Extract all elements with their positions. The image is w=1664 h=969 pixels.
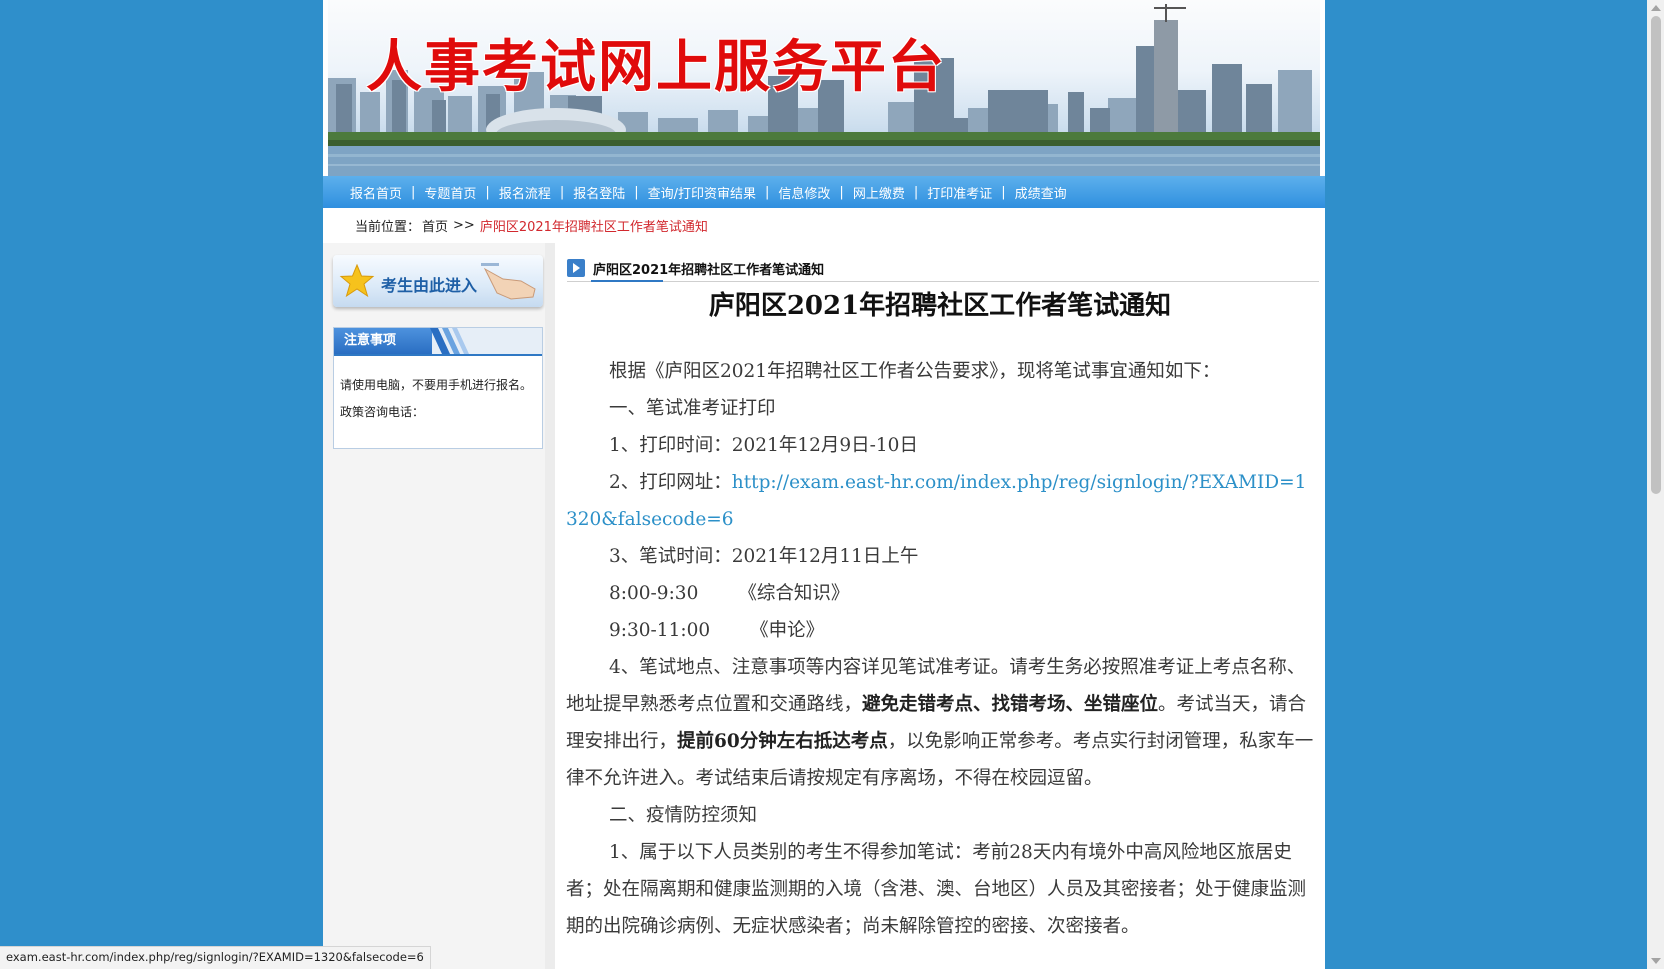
candidate-enter-button[interactable]: 考生由此进入 [333, 255, 543, 307]
intro-paragraph: 根据《庐阳区2021年招聘社区工作者公告要求》，现将笔试事宜通知如下： [609, 361, 1221, 382]
section-heading-1: 一、笔试准考证打印 [609, 398, 776, 419]
site-title: 人事考试网上服务平台 [366, 34, 946, 100]
exam-location-paragraph: 4、笔试地点、注意事项等内容详见笔试准考证。请考生务必按照准考证上考点名称、地址… [566, 649, 1318, 797]
nav-item-process[interactable]: 报名流程 [499, 183, 551, 202]
policy-phone-label: 政策咨询电话： [340, 405, 425, 419]
schedule-time-2: 9:30-11:00 [609, 620, 711, 641]
nav-item-score-query[interactable]: 成绩查询 [1015, 183, 1067, 202]
schedule-time-1: 8:00-9:30 [609, 583, 699, 604]
section-header-text: 庐阳区2021年招聘社区工作者笔试通知 [593, 263, 825, 278]
article-body: 根据《庐阳区2021年招聘社区工作者公告要求》，现将笔试事宜通知如下： 一、笔试… [566, 353, 1318, 945]
breadcrumb: 当前位置： 首页 >> 庐阳区2021年招聘社区工作者笔试通知 [323, 208, 1325, 243]
arrow-right-icon [567, 259, 585, 277]
nav-separator: | [1001, 184, 1006, 200]
nav-separator: | [839, 184, 844, 200]
sidebar: 考生由此进入 注意事项 请使用电脑，不要用手机进行报名。 政策咨询电话： [323, 243, 545, 969]
exam-time-line: 3、笔试时间：2021年12月11日上午 [609, 546, 919, 567]
breadcrumb-current[interactable]: 庐阳区2021年招聘社区工作者笔试通知 [480, 216, 708, 235]
schedule-row-2: 9:30-11:00 《申论》 [566, 612, 1318, 649]
nav-item-review-results[interactable]: 查询/打印资审结果 [648, 183, 756, 202]
print-url-line: 2、打印网址：http://exam.east-hr.com/index.php… [566, 464, 1318, 538]
scroll-up-arrow-icon[interactable] [1651, 5, 1661, 11]
epidemic-paragraph: 1、属于以下人员类别的考生不得参加笔试：考前28天内有境外中高风险地区旅居史者；… [566, 842, 1307, 937]
nav-item-print-ticket[interactable]: 打印准考证 [927, 183, 992, 202]
nav-separator: | [913, 184, 919, 200]
print-time-line: 1、打印时间：2021年12月9日-10日 [609, 435, 918, 456]
main-nav: 报名首页 | 专题首页 | 报名流程 | 报名登陆 | 查询/打印资审结果 | … [323, 176, 1325, 208]
pointing-hand-icon [481, 263, 536, 300]
header-banner: 人事考试网上服务平台 [328, 0, 1320, 176]
notice-box: 注意事项 请使用电脑，不要用手机进行报名。 政策咨询电话： [333, 327, 543, 449]
nav-item-edit-info[interactable]: 信息修改 [778, 183, 830, 202]
section-heading-2: 二、疫情防控须知 [609, 805, 758, 826]
page-container: 人事考试网上服务平台 报名首页 | 专题首页 | 报名流程 | 报名登陆 | 查… [323, 0, 1325, 969]
section-underline [591, 280, 663, 282]
print-url-label: 2、打印网址： [609, 472, 732, 493]
nav-separator: | [765, 184, 770, 200]
main-content: 庐阳区2021年招聘社区工作者笔试通知 庐阳区2021年招聘社区工作者笔试通知 … [555, 243, 1325, 969]
nav-separator: | [485, 184, 490, 200]
schedule-row-1: 8:00-9:30 《综合知识》 [566, 575, 1318, 612]
nav-item-payment[interactable]: 网上缴费 [853, 183, 905, 202]
scroll-down-arrow-icon[interactable] [1651, 958, 1661, 964]
column-divider [545, 243, 555, 969]
star-icon [339, 264, 375, 298]
nav-item-home[interactable]: 报名首页 [350, 183, 402, 202]
location-text-bold-1: 避免走错考点、找错考场、坐错座位 [862, 694, 1159, 715]
notice-header: 注意事项 [334, 328, 542, 356]
location-text-bold-2: 提前60分钟左右抵达考点 [677, 731, 888, 752]
nav-separator: | [559, 184, 565, 200]
article-title: 庐阳区2021年招聘社区工作者笔试通知 [708, 291, 1172, 321]
breadcrumb-prefix: 当前位置： [355, 220, 421, 235]
scrollbar-thumb[interactable] [1651, 16, 1661, 494]
notice-title: 注意事项 [334, 328, 432, 354]
nav-item-topic-home[interactable]: 专题首页 [424, 183, 476, 202]
notice-text: 请使用电脑，不要用手机进行报名。 [340, 378, 533, 392]
nav-item-login[interactable]: 报名登陆 [573, 183, 625, 202]
nav-separator: | [411, 184, 416, 200]
breadcrumb-arrows: >> [453, 218, 475, 233]
stripes-decoration [430, 328, 469, 354]
breadcrumb-home-link[interactable]: 首页 [422, 216, 448, 235]
nav-separator: | [634, 184, 639, 200]
article-section-header: 庐阳区2021年招聘社区工作者笔试通知 [567, 257, 1319, 282]
schedule-subject-2: 《申论》 [750, 620, 825, 641]
candidate-enter-label: 考生由此进入 [381, 276, 478, 295]
schedule-subject-1: 《综合知识》 [738, 583, 850, 604]
page-scrollbar[interactable] [1647, 0, 1664, 969]
browser-status-bar: exam.east-hr.com/index.php/reg/signlogin… [0, 946, 431, 969]
